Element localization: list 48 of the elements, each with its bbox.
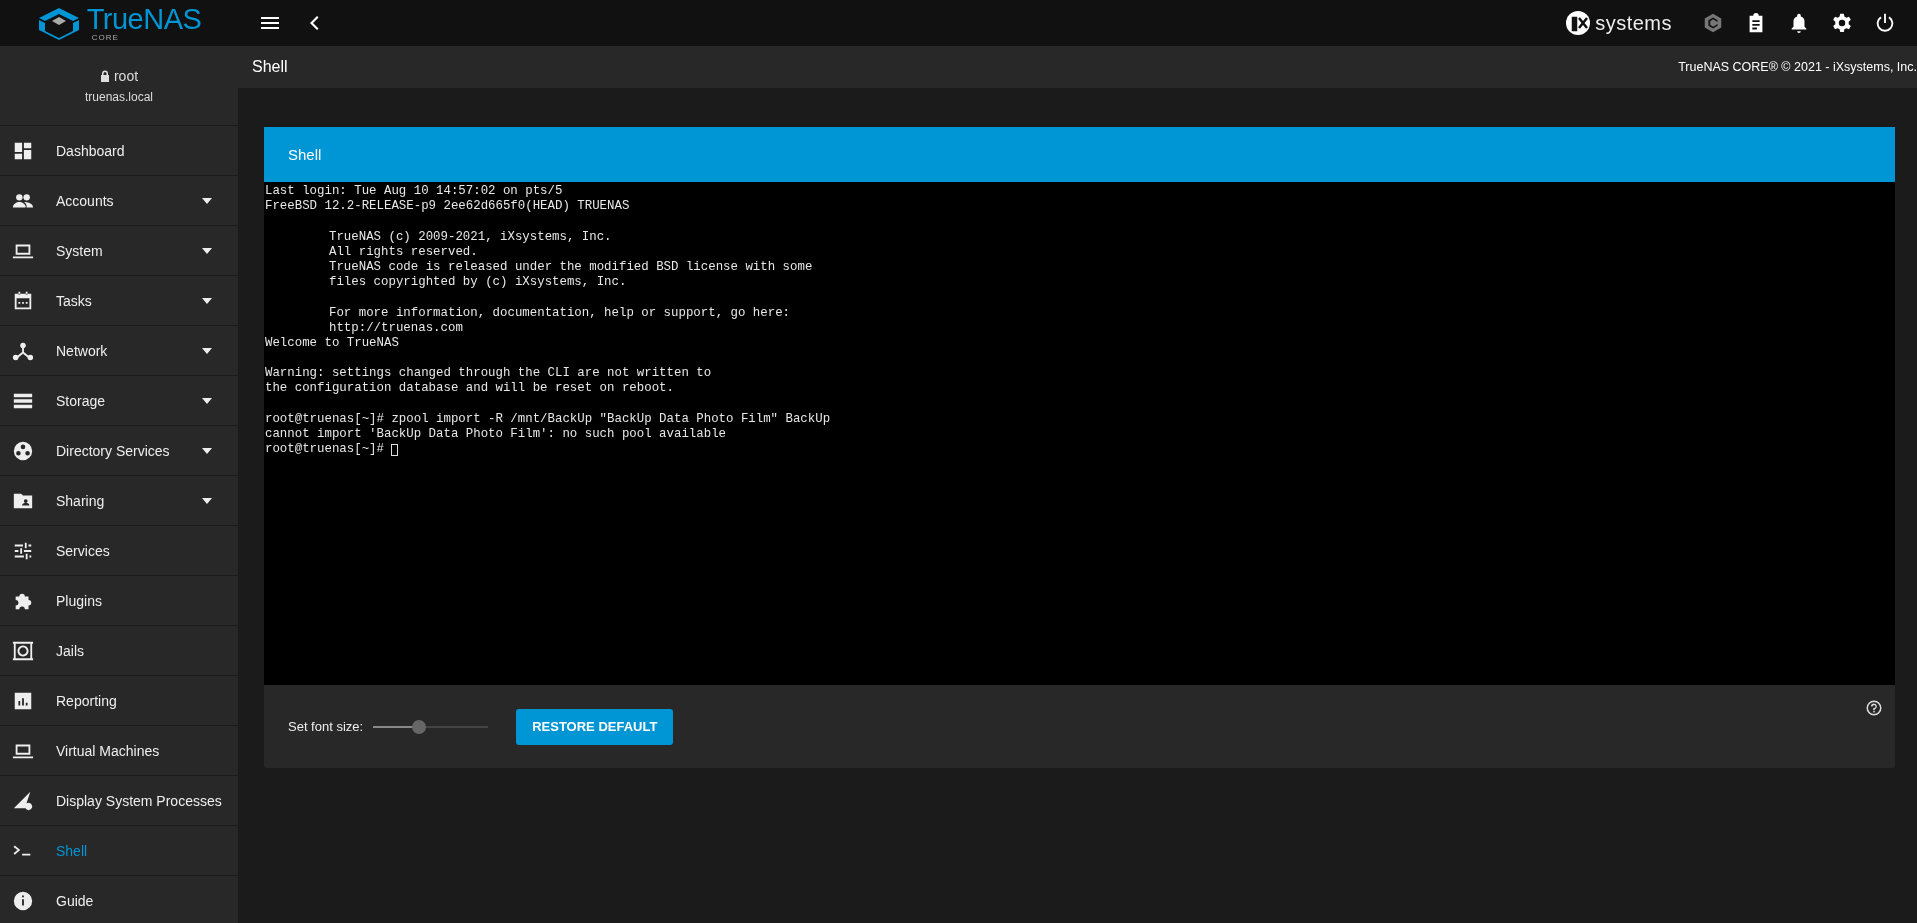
sidebar-item[interactable]: Jails: [0, 626, 238, 676]
font-size-label: Set font size:: [288, 719, 364, 734]
sidebar-item[interactable]: Plugins: [0, 576, 238, 626]
logo-icon: [36, 6, 81, 40]
logo-text: TrueNAS: [86, 4, 202, 34]
nav-icon: [12, 439, 34, 462]
terminal-line: cannot import 'BackUp Data Photo Film': no such pool available: [265, 427, 726, 443]
sidebar-item[interactable]: Dashboard: [0, 126, 238, 176]
logo-subtitle: CORE: [91, 33, 120, 42]
username: root: [113, 67, 139, 84]
settings-icon[interactable]: [1831, 12, 1853, 34]
terminal-line: http://truenas.com: [329, 320, 463, 336]
terminal-line: Warning: settings changed through the CLI are not written to: [265, 366, 712, 382]
terminal-line: root@truenas[~]# zpool import -R /mnt/BackUp "BackUp Data Photo Film" BackUp: [265, 411, 831, 427]
help-icon[interactable]: [1865, 699, 1883, 717]
sidebar-item[interactable]: Directory Services: [0, 426, 238, 476]
terminal-line: TrueNAS (c) 2009-2021, iXsystems, Inc.: [329, 229, 612, 245]
sidebar-item[interactable]: Services: [0, 526, 238, 576]
sidebar-item[interactable]: Shell: [0, 826, 238, 876]
sidebar-item[interactable]: Guide: [0, 876, 238, 923]
nav-icon: [12, 889, 34, 912]
vendor-logo-text: systems: [1595, 11, 1672, 35]
card-title: Shell: [264, 127, 1895, 182]
sidebar-item[interactable]: Display System Processes: [0, 776, 238, 826]
sidebar-item[interactable]: Network: [0, 326, 238, 376]
terminal-line: Last login: Tue Aug 10 14:57:02 on pts/5: [265, 184, 563, 200]
terminal-line: Welcome to TrueNAS: [265, 335, 399, 352]
sidebar-item[interactable]: Reporting: [0, 676, 238, 726]
terminal-line: the configuration database and will be reset on reboot.: [265, 381, 674, 397]
copyright-text: TrueNAS CORE® © 2021 - iXsystems, Inc.: [1678, 60, 1917, 74]
terminal-line: FreeBSD 12.2-RELEASE-p9 2ee62d665f0(HEAD) TRUENAS: [265, 199, 630, 215]
nav-icon: [12, 289, 34, 312]
nav-icon: [12, 639, 34, 662]
terminal-line: root@truenas[~]#: [265, 442, 384, 458]
sidebar-item[interactable]: Accounts: [0, 176, 238, 226]
page-title: Shell: [252, 58, 288, 76]
terminal-line: TrueNAS code is released under the modified BSD license with some: [329, 259, 813, 276]
lock-icon: [99, 69, 110, 82]
terminal-line: For more information, documentation, help or support, go here:: [329, 305, 790, 321]
sidebar-item[interactable]: System: [0, 226, 238, 276]
terminal-line: All rights reserved.: [329, 244, 478, 260]
sidebar-item[interactable]: Storage: [0, 376, 238, 426]
sidebar-item[interactable]: Tasks: [0, 276, 238, 326]
hostname: truenas.local: [84, 89, 153, 104]
terminal-line: files copyrighted by (c) iXsystems, Inc.: [329, 275, 627, 291]
sidebar-item[interactable]: Virtual Machines: [0, 726, 238, 776]
power-icon[interactable]: [1874, 12, 1896, 34]
sidebar-item[interactable]: Sharing: [0, 476, 238, 526]
